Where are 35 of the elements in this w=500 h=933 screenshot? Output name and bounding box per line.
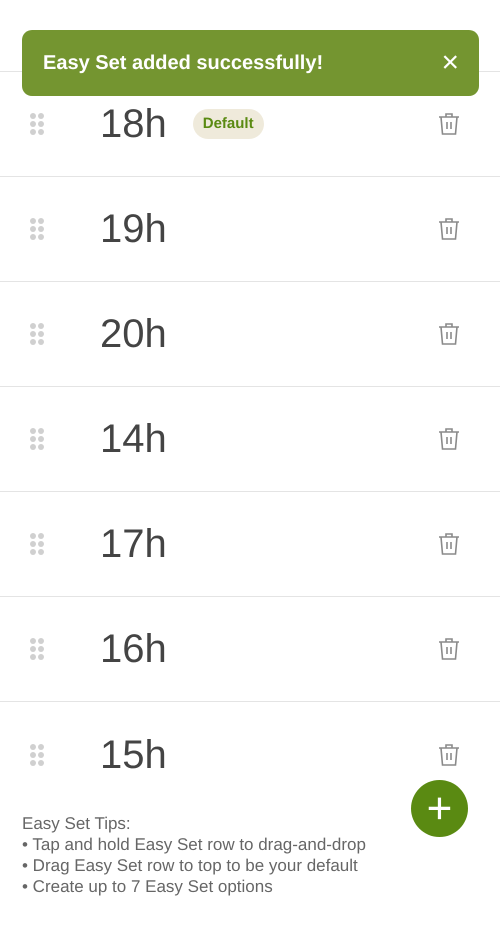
delete-button[interactable] [436,320,462,348]
trash-icon [438,637,460,661]
drag-handle-icon[interactable] [30,323,44,345]
easy-set-label: 17h [100,521,167,568]
delete-button[interactable] [436,425,462,453]
tip-text: • Drag Easy Set row to top to be your default [22,855,359,876]
trash-icon [438,427,460,451]
delete-button[interactable] [436,110,462,138]
easy-set-label: 19h [100,206,167,253]
close-button[interactable]: × [441,48,459,78]
trash-icon [438,532,460,556]
trash-icon [438,742,460,766]
delete-button[interactable] [436,215,462,243]
tip-text: • Tap and hold Easy Set row to drag-and-drop [22,834,367,855]
toast-message: Easy Set added successfully! [43,51,324,76]
delete-button[interactable] [436,530,462,558]
drag-handle-icon[interactable] [30,638,44,660]
default-tag: Default [192,108,264,140]
easy-set-label: 16h [100,626,167,673]
easy-set-label: 14h [100,416,167,463]
easy-set-label: 15h [100,732,167,778]
trash-icon [438,217,460,241]
drag-handle-icon[interactable] [30,113,44,135]
easy-set-label: 20h [100,311,167,358]
delete-button[interactable] [436,635,462,663]
drag-handle-icon[interactable] [30,428,44,450]
add-button[interactable]: + [411,780,468,837]
drag-handle-icon[interactable] [30,744,44,766]
drag-handle-icon[interactable] [30,218,44,240]
drag-handle-icon[interactable] [30,533,44,555]
trash-icon [438,112,460,136]
tip-text: • Create up to 7 Easy Set options [22,876,274,897]
easy-set-label: 18h [100,101,167,148]
tips-title: Easy Set Tips: [22,813,132,834]
trash-icon [438,322,460,346]
